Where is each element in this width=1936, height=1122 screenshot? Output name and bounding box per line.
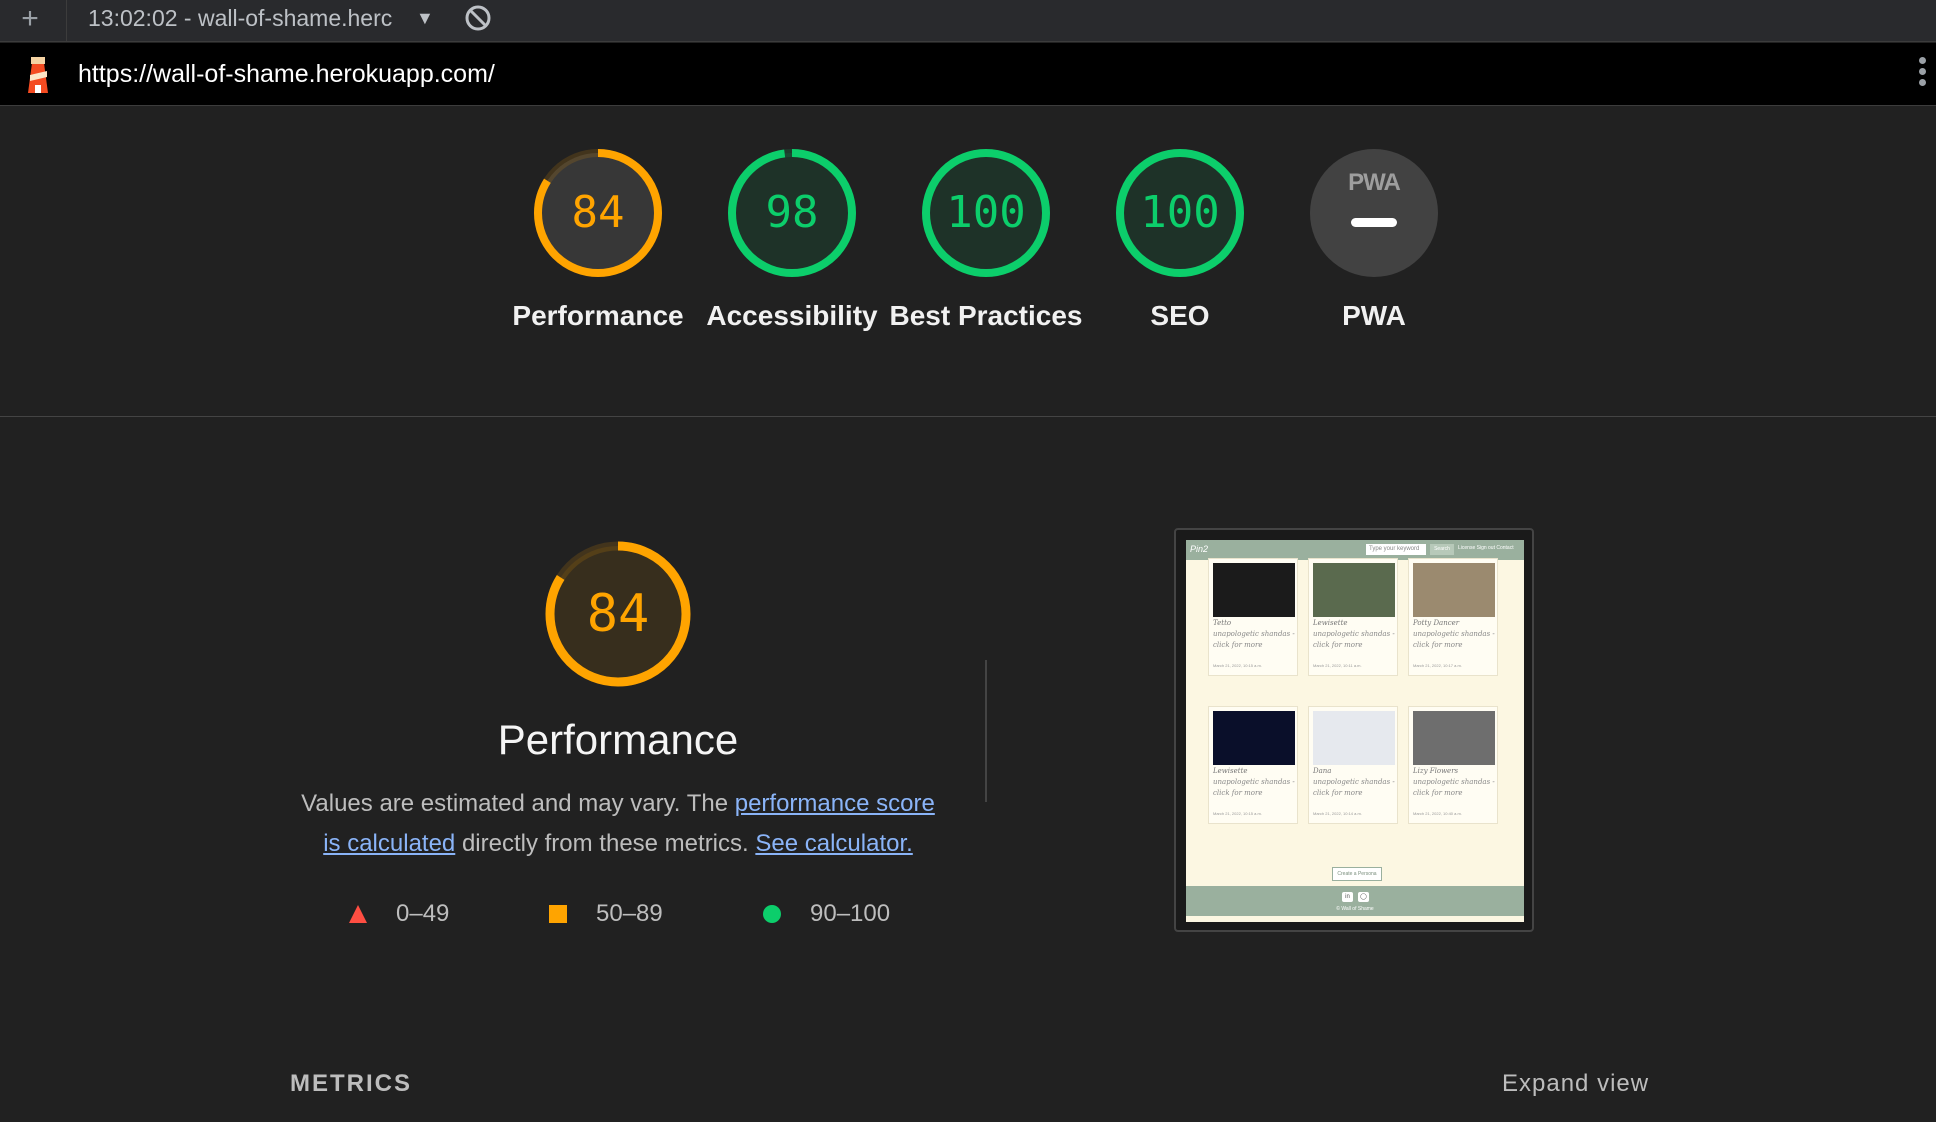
screenshot-card-date: March 21, 2022, 10:40 a.m. (1413, 811, 1462, 816)
see-calculator-link[interactable]: See calculator. (755, 830, 912, 857)
new-tab-button[interactable]: + (14, 4, 46, 36)
pwa-gauge[interactable]: PWA (1309, 148, 1439, 278)
screenshot-card-title: Tetto (1213, 619, 1232, 627)
screenshot-navbar: Pin2 Type your keyword Search License Si… (1186, 540, 1524, 560)
screenshot-card-image (1313, 563, 1395, 617)
performance-description: Values are estimated and may vary. The p… (290, 784, 946, 864)
desc-text-middle: directly from these metrics. (455, 830, 756, 857)
screenshot-card-image (1313, 711, 1395, 765)
screenshot-card-text: unapologetic shandas - click for more (1313, 630, 1395, 649)
svg-text:PWA: PWA (1348, 169, 1400, 196)
accessibility-score: 98 (765, 187, 819, 238)
screenshot-card-text: unapologetic shandas - click for more (1313, 778, 1395, 797)
legend-average-range: 50–89 (596, 900, 663, 927)
screenshot-card: Potty Dancer unapologetic shandas - click… (1408, 558, 1498, 676)
screenshot-card-text: unapologetic shandas - click for more (1213, 630, 1295, 649)
screenshot-search-button: Search (1430, 544, 1454, 555)
legend-pass-range: 90–100 (810, 900, 891, 927)
screenshot-card-text: unapologetic shandas - click for more (1213, 778, 1295, 797)
screenshot-card-date: March 21, 2022, 10:15 a.m. (1213, 811, 1262, 816)
screenshot-search: Type your keyword (1366, 544, 1426, 555)
report-tab-title[interactable]: 13:02:02 - wall-of-shame.herc (88, 4, 410, 32)
screenshot-card-date: March 21, 2022, 10:14 a.m. (1313, 811, 1362, 816)
screenshot-create-button: Create a Persona (1332, 867, 1382, 881)
screenshot-brand: Pin2 (1190, 544, 1209, 554)
tab-dropdown-caret[interactable]: ▼ (416, 4, 434, 32)
seo-label[interactable]: SEO (1080, 296, 1280, 336)
metrics-heading: METRICS (290, 1070, 412, 1097)
screenshot-card: Lizy Flowers unapologetic shandas - click… (1408, 706, 1498, 824)
github-icon: ◯ (1358, 892, 1369, 902)
tab-divider (66, 0, 67, 42)
tab-bar: + 13:02:02 - wall-of-shame.herc ▼ (0, 0, 1936, 42)
screenshot-footer: in ◯ © Wall of Shame (1186, 886, 1524, 916)
circle-icon (763, 905, 781, 923)
legend-fail-range: 0–49 (396, 900, 450, 927)
section-divider (0, 416, 1936, 417)
report-url-bar: https://wall-of-shame.herokuapp.com/ (0, 43, 1936, 106)
report-url[interactable]: https://wall-of-shame.herokuapp.com/ (78, 59, 495, 89)
screenshot-nav-links: License Sign out Contact (1458, 545, 1514, 551)
screenshot-card: Lewisette unapologetic shandas - click fo… (1208, 706, 1298, 824)
performance-large-gauge: 84 (544, 540, 692, 688)
pwa-label[interactable]: PWA (1274, 296, 1474, 336)
performance-label[interactable]: Performance (498, 296, 698, 336)
screenshot-card: Dana unapologetic shandas - click for mor… (1308, 706, 1398, 824)
accessibility-label[interactable]: Accessibility (692, 296, 892, 336)
vertical-divider (985, 660, 987, 802)
screenshot-card-title: Dana (1313, 767, 1332, 775)
screenshot-card: Tetto unapologetic shandas - click for mo… (1208, 558, 1298, 676)
linkedin-icon: in (1342, 892, 1353, 902)
performance-title: Performance (497, 716, 739, 763)
best-practices-score: 100 (946, 187, 1026, 238)
block-icon[interactable] (462, 2, 494, 34)
screenshot-card-image (1213, 711, 1295, 765)
screenshot-card-image (1413, 563, 1495, 617)
screenshot-card-image (1413, 711, 1495, 765)
performance-large-score: 84 (586, 584, 650, 644)
screenshot-card-date: March 21, 2022, 10:17 a.m. (1413, 663, 1462, 668)
screenshot-page: Pin2 Type your keyword Search License Si… (1186, 540, 1524, 922)
seo-score: 100 (1140, 187, 1220, 238)
screenshot-card: Lewisette unapologetic shandas - click fo… (1308, 558, 1398, 676)
screenshot-card-date: March 21, 2022, 10:15 a.m. (1213, 663, 1262, 668)
screenshot-card-title: Potty Dancer (1413, 619, 1460, 627)
triangle-icon (349, 905, 367, 923)
more-menu-icon[interactable] (1916, 57, 1928, 93)
screenshot-footer-text: © Wall of Shame (1336, 906, 1374, 912)
screenshot-card-text: unapologetic shandas - click for more (1413, 778, 1495, 797)
final-screenshot[interactable]: Pin2 Type your keyword Search License Si… (1174, 528, 1534, 932)
seo-gauge[interactable]: 100 (1115, 148, 1245, 278)
performance-gauge[interactable]: 84 (533, 148, 663, 278)
accessibility-gauge[interactable]: 98 (727, 148, 857, 278)
screenshot-card-date: March 21, 2022, 10:11 a.m. (1313, 663, 1362, 668)
performance-score: 84 (571, 187, 625, 238)
square-icon (549, 905, 567, 923)
screenshot-card-image (1213, 563, 1295, 617)
screenshot-card-title: Lewisette (1213, 767, 1248, 775)
screenshot-card-title: Lewisette (1313, 619, 1348, 627)
screenshot-card-title: Lizy Flowers (1413, 767, 1459, 775)
expand-view-toggle[interactable]: Expand view (1502, 1070, 1649, 1098)
desc-text-start: Values are estimated and may vary. The (301, 790, 735, 817)
best-practices-gauge[interactable]: 100 (921, 148, 1051, 278)
screenshot-card-text: unapologetic shandas - click for more (1413, 630, 1495, 649)
lighthouse-icon (28, 57, 48, 93)
best-practices-label[interactable]: Best Practices (886, 296, 1086, 336)
